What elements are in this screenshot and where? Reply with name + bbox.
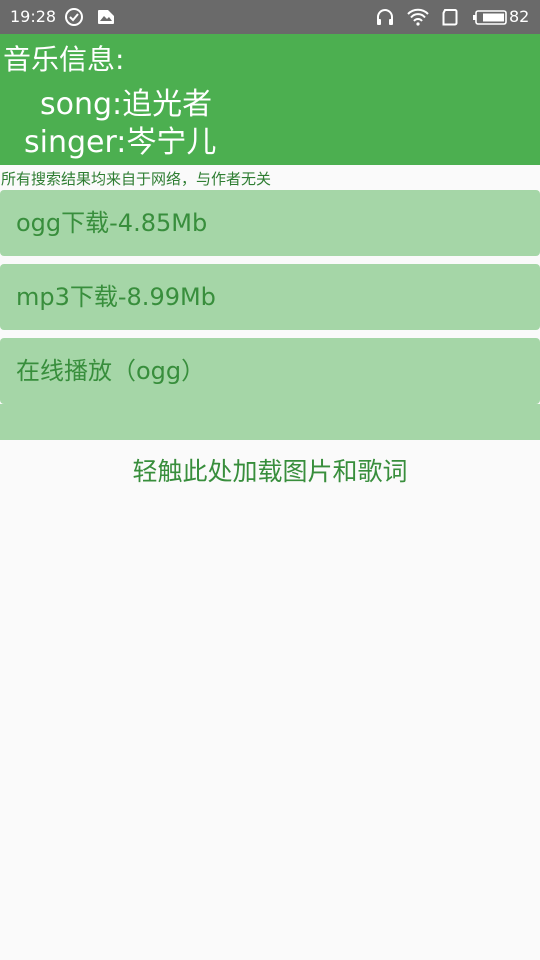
- headphones-icon: [377, 9, 393, 25]
- blank-button[interactable]: [0, 404, 540, 440]
- status-bar: 19:28 82: [0, 0, 540, 34]
- battery-icon: [473, 10, 507, 25]
- status-time: 19:28: [10, 7, 57, 26]
- online-play-button[interactable]: 在线播放（ogg）: [0, 338, 540, 404]
- ogg-download-button[interactable]: ogg下载-4.85Mb: [0, 190, 540, 256]
- image-notification-icon: [98, 10, 114, 24]
- mp3-download-button[interactable]: mp3下载-8.99Mb: [0, 264, 540, 330]
- header-title: 音乐信息:: [3, 43, 125, 76]
- sim-icon: [442, 9, 458, 26]
- singer-value: 岑宁儿: [126, 125, 217, 160]
- singer-row: singer:岑宁儿: [24, 117, 216, 161]
- disclaimer-text: 所有搜索结果均来自于网络，与作者无关: [1, 170, 272, 188]
- music-info-header: 音乐信息: song:追光者 singer:岑宁儿: [0, 34, 540, 165]
- battery-level: 82: [509, 7, 530, 26]
- load-image-lyrics-link[interactable]: 轻触此处加载图片和歌词: [0, 452, 540, 488]
- check-circle-icon: [65, 8, 83, 26]
- singer-label: singer:: [24, 125, 127, 160]
- wifi-icon: [407, 8, 429, 26]
